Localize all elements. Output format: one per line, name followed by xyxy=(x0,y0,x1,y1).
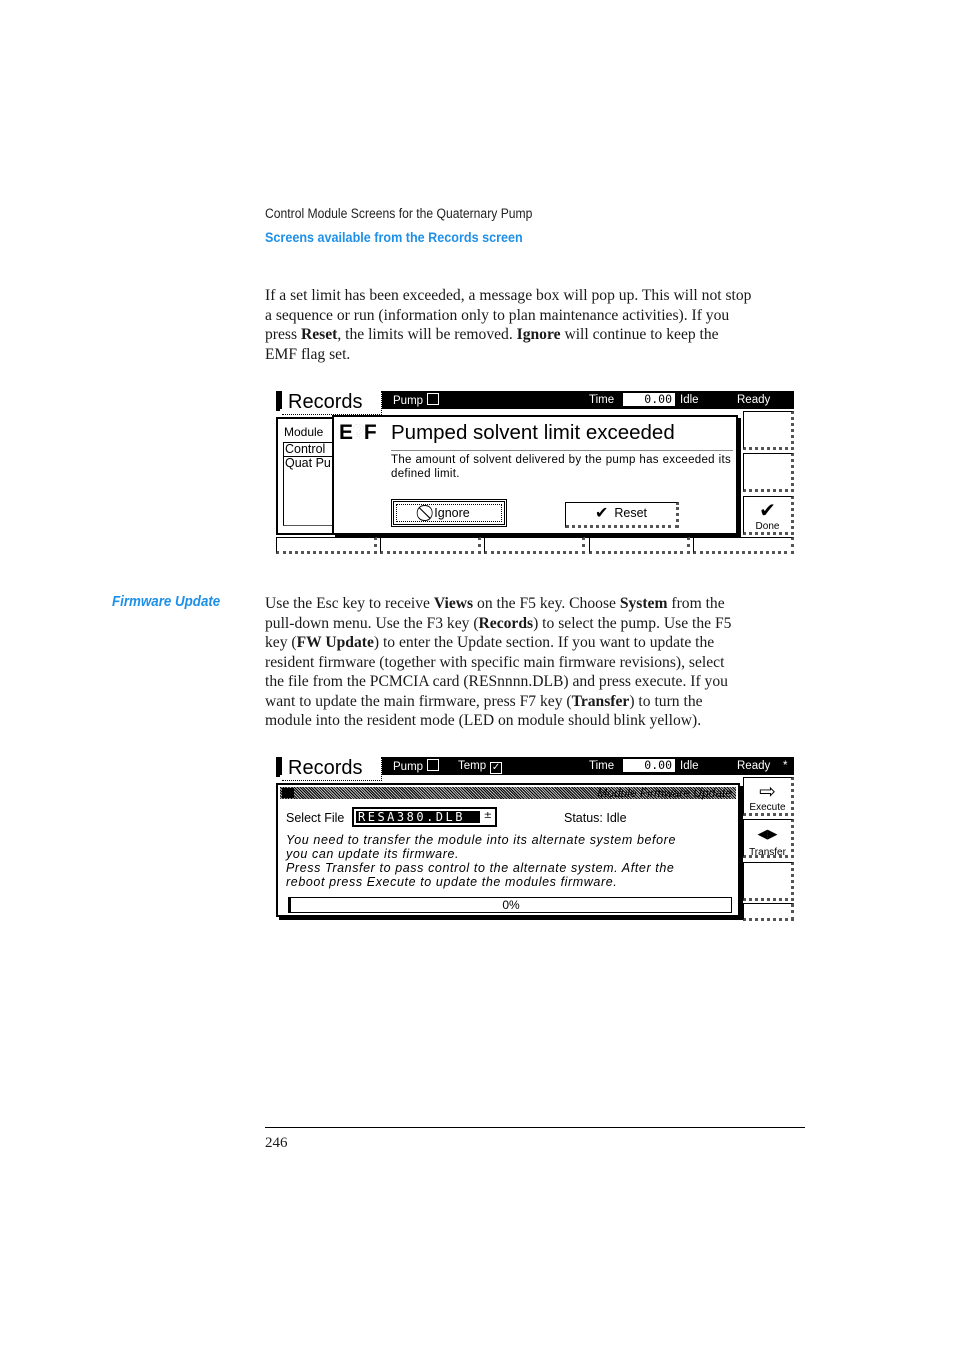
transfer-icon: ◀▶ xyxy=(757,826,778,841)
pump-checkbox[interactable] xyxy=(427,393,440,405)
dialog-message: The amount of solvent delivered by the p… xyxy=(391,454,731,480)
limit-exceeded-dialog: E?F Pumped solvent limit exceeded The am… xyxy=(332,415,738,535)
arrow-right-icon: ⇨ xyxy=(759,781,776,803)
time-label: Time xyxy=(589,394,615,406)
text-line: pull-down menu. Use the F3 key (Records)… xyxy=(265,614,732,632)
paragraph-firmware-update: Use the Esc key to receive Views on the … xyxy=(265,594,810,731)
bold-term: Reset xyxy=(300,326,338,343)
instruction-line: Press Transfer to pass control to the al… xyxy=(286,861,675,875)
fkey-f4[interactable] xyxy=(589,537,690,554)
function-key-row xyxy=(276,537,794,554)
tab-records[interactable]: Records xyxy=(282,391,382,415)
transfer-softkey[interactable]: ◀▶ Transfer xyxy=(743,819,794,858)
check-icon: ✔ xyxy=(594,505,609,522)
records-screen-firmware-update: Pump Temp ✓ Time 0.00 Idle Ready * Record… xyxy=(276,757,794,921)
text-line: want to update the main firmware, press … xyxy=(265,692,703,710)
tab-marker xyxy=(276,391,280,411)
fkey-f2[interactable] xyxy=(380,537,481,554)
text-line: a sequence or run (information only to p… xyxy=(265,306,730,324)
text-line: EMF flag set. xyxy=(265,345,351,363)
softkey-2[interactable] xyxy=(743,453,794,492)
done-softkey[interactable]: ✔ Done xyxy=(743,496,794,535)
dialog-title: Pumped solvent limit exceeded xyxy=(391,421,675,444)
text-line: the file from the PCMCIA card (RESnnnn.D… xyxy=(265,673,728,690)
emf-icon: E?F xyxy=(339,421,377,444)
transfer-label: Transfer xyxy=(749,847,786,858)
ignore-button[interactable]: ⃠Ignore xyxy=(391,499,507,527)
instruction-line: reboot press Execute to update the modul… xyxy=(286,875,618,889)
execute-label: Execute xyxy=(749,802,786,813)
run-state: Idle xyxy=(680,760,699,772)
tab-records[interactable]: Records xyxy=(282,757,382,781)
running-head: Control Module Screens for the Quaternar… xyxy=(265,206,533,221)
panel-title-bar: Module Firmware Update xyxy=(280,786,736,800)
reset-button[interactable]: ✔ Reset xyxy=(565,502,679,528)
select-file-field[interactable]: RESA380.DLB ± xyxy=(352,807,497,827)
bold-term: FW Update xyxy=(296,634,374,651)
instruction-line: you can update its firmware. xyxy=(286,847,460,861)
progress-label: 0% xyxy=(502,898,520,912)
bold-term: Transfer xyxy=(571,692,630,710)
records-screen-limit-dialog: Pump Time 0.00 Idle Ready Records Module… xyxy=(276,391,794,556)
execute-softkey[interactable]: ⇨ Execute xyxy=(743,777,794,816)
bold-term: Records xyxy=(478,614,534,632)
status-flag: * xyxy=(783,760,788,772)
pump-status: Pump xyxy=(393,759,440,774)
paragraph-limit-exceeded: If a set limit has been exceeded, a mess… xyxy=(265,286,810,364)
text-line: key (FW Update) to enter the Update sect… xyxy=(265,634,715,651)
text-line: module into the resident mode (LED on mo… xyxy=(265,712,702,729)
dialog-divider xyxy=(391,450,733,451)
transfer-instructions: You need to transfer the module into its… xyxy=(286,833,736,889)
temp-status: Temp ✓ xyxy=(458,760,503,774)
time-value: 0.00 xyxy=(623,759,675,772)
softkey-4[interactable] xyxy=(743,903,794,921)
fkey-f3[interactable] xyxy=(484,537,585,554)
text-line: If a set limit has been exceeded, a mess… xyxy=(265,287,752,304)
bold-term: Ignore xyxy=(516,326,561,343)
page-number: 246 xyxy=(265,1135,288,1151)
instruction-line: You need to transfer the module into its… xyxy=(286,833,676,847)
spin-arrows-icon[interactable]: ± xyxy=(484,810,492,822)
select-file-value: RESA380.DLB xyxy=(356,811,480,823)
progress-bar: 0% xyxy=(288,897,732,913)
check-icon: ✔ xyxy=(759,500,776,522)
status-text: Status: Idle xyxy=(564,811,627,825)
panel-menu-icon xyxy=(282,788,294,798)
footer-rule xyxy=(265,1127,805,1128)
run-state: Idle xyxy=(680,394,699,406)
pump-checkbox[interactable] xyxy=(427,759,440,771)
pump-status: Pump xyxy=(393,393,440,408)
section-title: Screens available from the Records scree… xyxy=(265,229,523,245)
fkey-f5[interactable] xyxy=(693,537,794,554)
done-label: Done xyxy=(755,521,780,532)
panel-title: Module Firmware Update xyxy=(597,786,732,800)
tab-marker xyxy=(276,757,280,777)
softkey-3[interactable] xyxy=(743,862,794,901)
firmware-update-panel: Module Firmware Update Select File RESA3… xyxy=(276,783,740,917)
softkey-1[interactable] xyxy=(743,411,794,450)
ready-status: Ready xyxy=(737,394,771,406)
select-file-label: Select File xyxy=(286,811,345,825)
text-line: Use the Esc key to receive Views on the … xyxy=(265,595,725,612)
ignore-label: Ignore xyxy=(434,506,470,520)
ready-status: Ready xyxy=(737,760,771,772)
fkey-f1[interactable] xyxy=(276,537,377,554)
text-line: press Reset, the limits will be removed.… xyxy=(265,326,719,343)
bold-term: Views xyxy=(433,595,474,612)
reset-label: Reset xyxy=(614,506,648,520)
bold-term: System xyxy=(619,595,668,612)
temp-checkbox[interactable]: ✓ xyxy=(490,762,503,774)
text-line: resident firmware (together with specifi… xyxy=(265,653,725,671)
time-label: Time xyxy=(589,760,615,772)
side-heading-firmware-update: Firmware Update xyxy=(112,594,221,610)
time-value: 0.00 xyxy=(623,393,675,406)
module-label: Module xyxy=(284,425,324,439)
